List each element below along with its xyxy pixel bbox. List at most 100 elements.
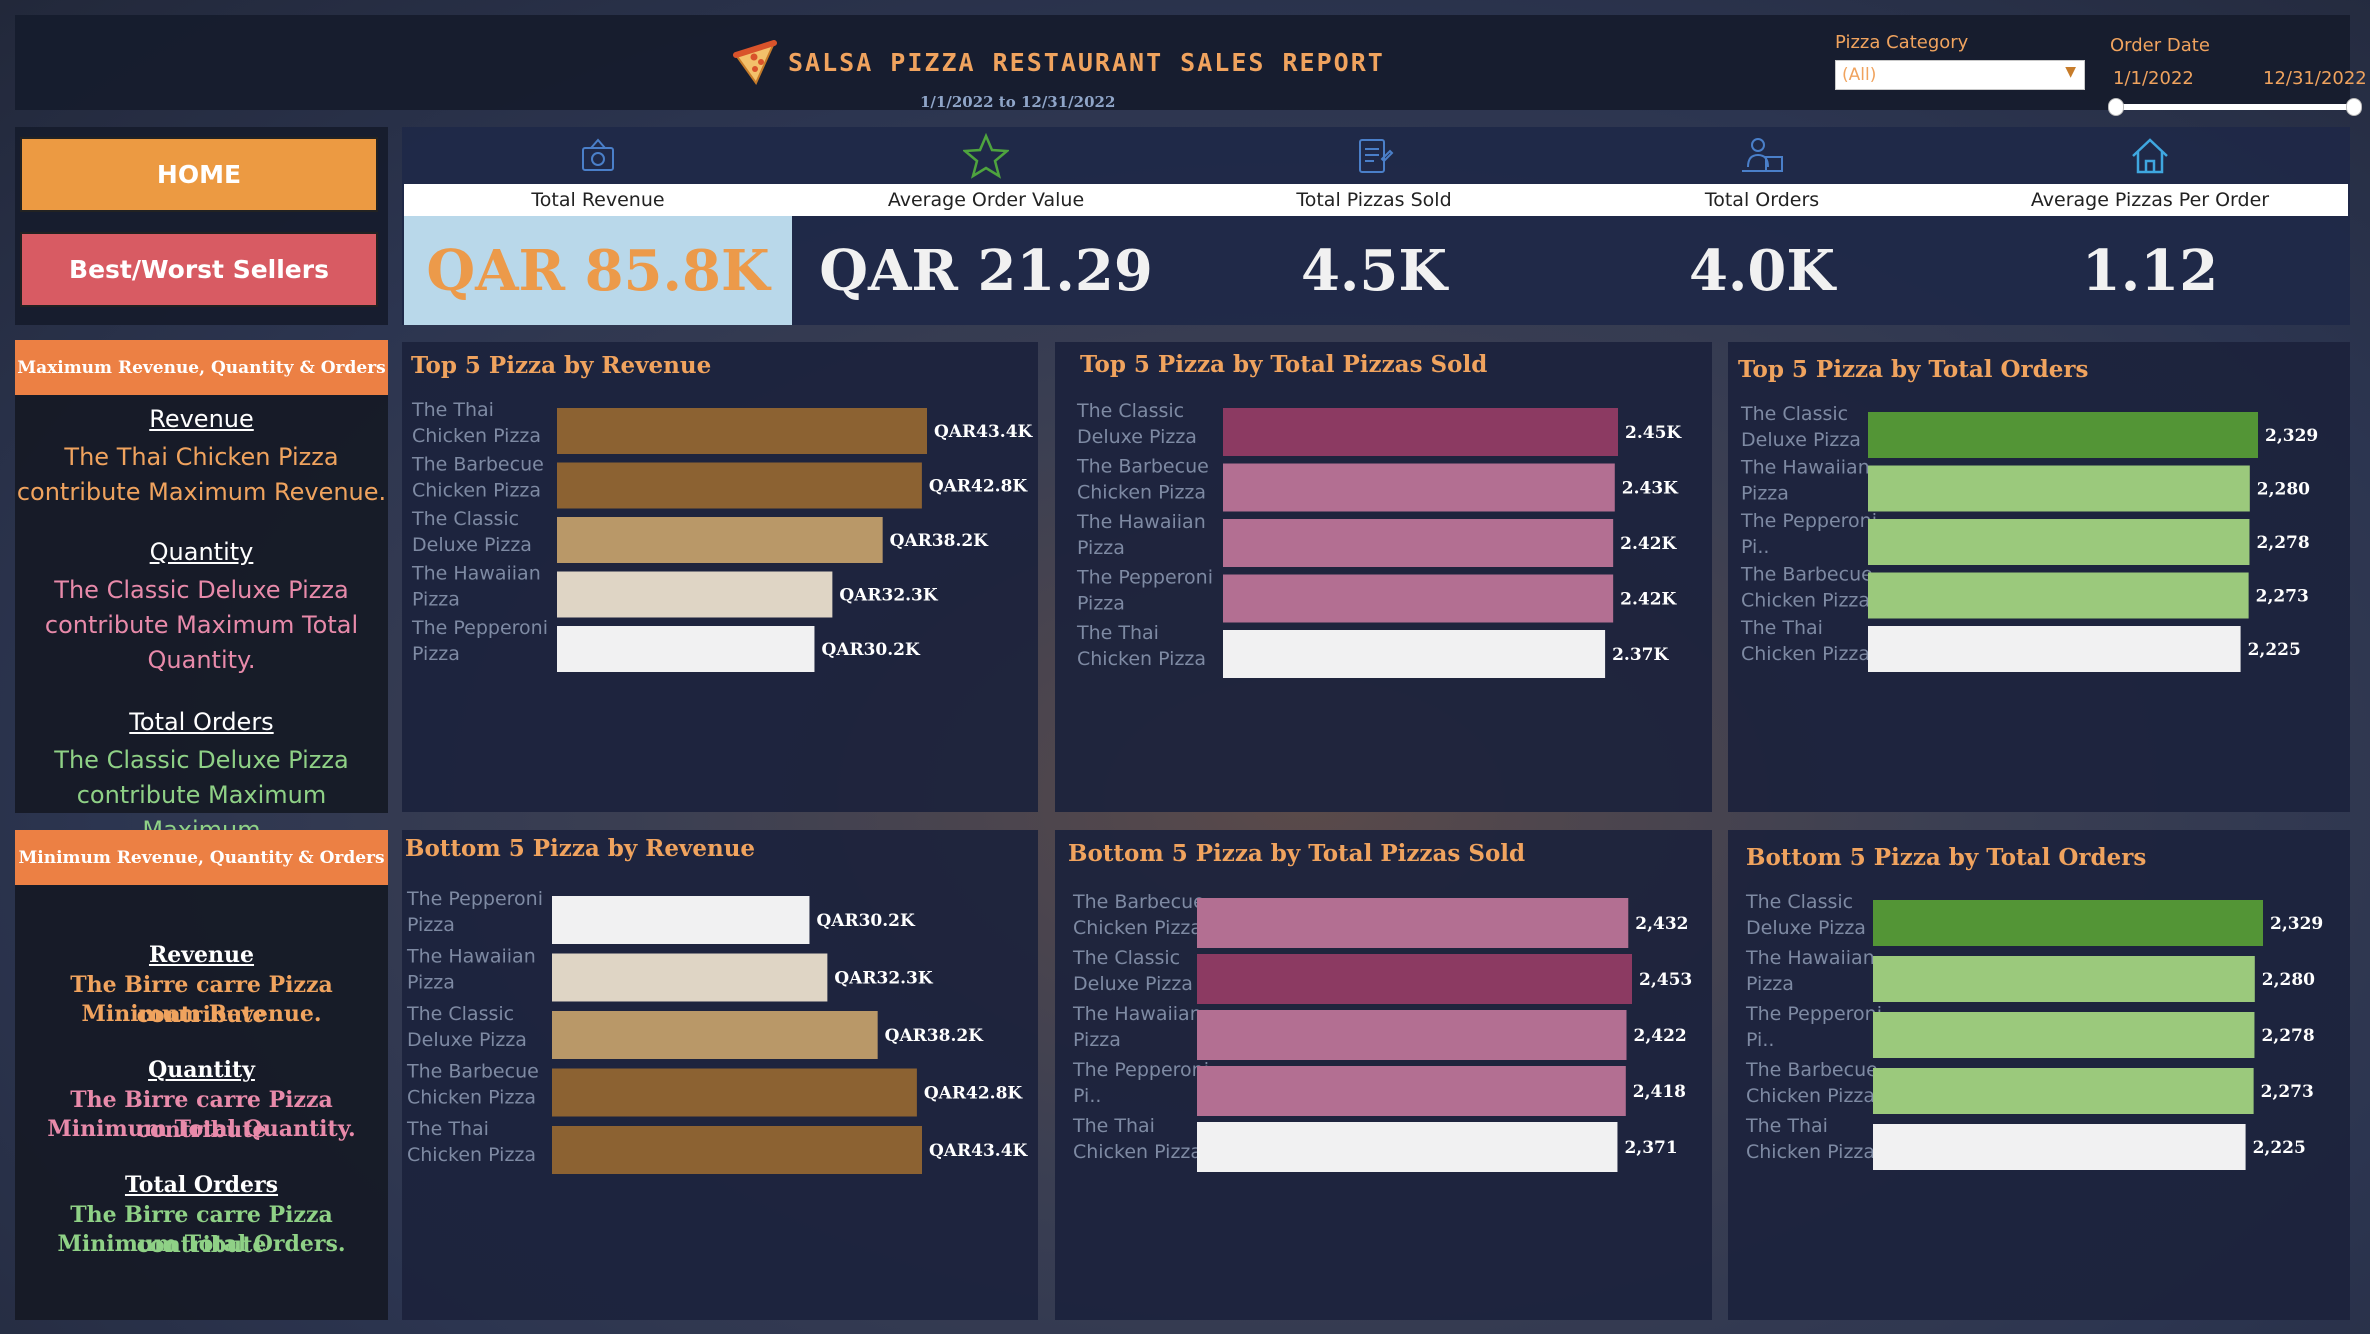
data-label: 2.42K (1620, 590, 1677, 610)
category-label: The Pepperoni Pizza (411, 617, 548, 665)
bar[interactable] (1197, 898, 1629, 948)
navigation-panel: HOME Best/Worst Sellers (15, 127, 388, 325)
maximum-insights-panel: Maximum Revenue, Quantity & Orders Reven… (15, 340, 388, 844)
chevron-down-icon: ▼ (2065, 64, 2076, 80)
category-label: The Classic Deluxe Pizza (1740, 403, 1861, 451)
max-revenue-text-1: The Thai Chicken Pizza (64, 443, 339, 471)
data-label: QAR38.2K (885, 1026, 985, 1046)
minimum-insights-heading: Minimum Revenue, Quantity & Orders (15, 830, 388, 885)
category-label: The Classic Deluxe Pizza (1072, 947, 1193, 995)
bar[interactable] (1223, 408, 1618, 456)
category-label: The Classic Deluxe Pizza (1745, 891, 1866, 939)
category-label: The Pepperoni Pi.. (1745, 1003, 1882, 1051)
bar[interactable] (1223, 630, 1606, 678)
data-label: QAR42.8K (924, 1084, 1024, 1104)
data-label: 2,280 (2262, 970, 2315, 990)
bar[interactable] (1868, 465, 2250, 512)
data-label: 2.42K (1620, 534, 1677, 554)
order-date-start[interactable]: 1/1/2022 (2113, 68, 2194, 89)
bar[interactable] (1868, 572, 2249, 619)
bottom-5-orders-svg: The Classic Deluxe Pizza 2,329 The Hawaiian… (1745, 891, 2323, 1170)
max-quantity-text-2: contribute Maximum Total (44, 611, 359, 639)
data-label: 2,432 (1635, 914, 1688, 934)
bottom-5-pizzas-sold-svg: The Barbecue Chicken Pizza 2,432 The Classi… (1072, 891, 1692, 1172)
category-label: The Barbecue Chicken Pizza (411, 454, 544, 502)
bar[interactable] (1197, 1122, 1618, 1172)
kpi-label: Average Pizzas Per Order (2030, 189, 2270, 211)
category-label: The Thai Chicken Pizza (1740, 617, 1870, 665)
bar[interactable] (557, 571, 833, 618)
bar[interactable] (552, 1011, 878, 1059)
bar[interactable] (557, 408, 927, 454)
bar[interactable] (1197, 1010, 1627, 1060)
order-date-slider[interactable] (2115, 104, 2360, 110)
bar[interactable] (1873, 900, 2263, 946)
min-revenue-text-2: Minimum Revenue. (81, 1001, 322, 1027)
data-label: QAR43.4K (934, 422, 1034, 442)
data-label: 2,273 (2261, 1082, 2314, 1102)
bar[interactable] (1873, 1068, 2254, 1114)
min-quantity-text-2: Minimum Total Quantity. (47, 1116, 356, 1142)
kpi-label: Average Order Value (887, 189, 1085, 211)
max-revenue-heading: Revenue (149, 405, 254, 433)
bar[interactable] (557, 462, 922, 509)
bar[interactable] (557, 626, 815, 672)
bar[interactable] (1197, 954, 1632, 1004)
date-range-subtitle: 1/1/2022 to 12/31/2022 (920, 93, 1116, 111)
kpi-value: 4.5K (1300, 237, 1448, 304)
kpi-average-pizzas-per-order: Average Pizzas Per Order 1.12 (1956, 127, 2344, 325)
bar[interactable] (1223, 574, 1614, 623)
pizza-category-label: Pizza Category (1835, 32, 1969, 53)
home-icon (1956, 127, 2344, 184)
category-label: The Hawaiian Pizza (411, 563, 541, 611)
order-date-end[interactable]: 12/31/2022 (2263, 68, 2367, 89)
kpi-value: 1.12 (2081, 237, 2219, 304)
category-label: The Hawaiian Pizza (1072, 1003, 1202, 1051)
minimum-insights-panel: Minimum Revenue, Quantity & Orders Reven… (15, 830, 388, 1320)
bar[interactable] (1223, 463, 1615, 512)
bar[interactable] (1873, 1124, 2246, 1170)
kpi-value: QAR 21.29 (819, 237, 1153, 304)
bar[interactable] (1223, 519, 1614, 567)
category-label: The Hawaiian Pizza (1740, 457, 1870, 505)
bar[interactable] (557, 517, 883, 563)
star-icon (792, 127, 1180, 184)
kpi-total-orders: Total Orders 4.0K (1568, 127, 1956, 325)
pizza-category-dropdown[interactable]: (All) ▼ (1835, 60, 2085, 90)
bar[interactable] (1873, 956, 2255, 1002)
data-label: 2,278 (2256, 533, 2309, 553)
max-revenue-text-2: contribute Maximum Revenue. (16, 478, 387, 506)
data-label: 2,371 (1624, 1138, 1677, 1158)
category-label: The Barbecue Chicken Pizza (1745, 1059, 1878, 1107)
min-orders-text-2: Minimum Total Orders. (57, 1231, 346, 1257)
top-5-revenue-svg: The Thai Chicken Pizza QAR43.4K The Barbecu… (411, 399, 1034, 672)
bar[interactable] (1873, 1012, 2255, 1058)
category-label: The Hawaiian Pizza (1076, 511, 1206, 559)
bar[interactable] (1197, 1066, 1626, 1116)
data-label: 2,329 (2270, 914, 2323, 934)
category-label: The Classic Deluxe Pizza (406, 1003, 527, 1051)
order-date-label: Order Date (2110, 35, 2210, 56)
category-label: The Thai Chicken Pizza (406, 1118, 536, 1166)
top-5-pizzas-sold-svg: The Classic Deluxe Pizza 2.45K The Barbecue… (1076, 400, 1682, 678)
category-label: The Thai Chicken Pizza (411, 399, 541, 447)
kpi-total-revenue: Total Revenue QAR 85.8K (404, 127, 792, 325)
bar[interactable] (552, 953, 828, 1002)
category-label: The Classic Deluxe Pizza (1076, 400, 1197, 448)
best-worst-sellers-button[interactable]: Best/Worst Sellers (20, 232, 378, 307)
max-quantity-heading: Quantity (149, 538, 254, 566)
home-button[interactable]: HOME (20, 137, 378, 212)
bar[interactable] (1868, 626, 2241, 672)
slider-end-handle[interactable] (2346, 98, 2362, 116)
delivery-icon (1568, 127, 1956, 184)
bar[interactable] (1868, 519, 2250, 565)
bottom-5-pizzas-sold-chart: Bottom 5 Pizza by Total Pizzas Sold The … (1055, 830, 1712, 1320)
slider-start-handle[interactable] (2108, 98, 2124, 116)
data-label: 2.43K (1622, 479, 1679, 499)
bar[interactable] (1868, 412, 2258, 458)
bar[interactable] (552, 896, 810, 944)
bar[interactable] (552, 1126, 922, 1174)
data-label: QAR43.4K (929, 1141, 1029, 1161)
pizza-category-value: (All) (1842, 65, 1877, 85)
bar[interactable] (552, 1068, 917, 1117)
